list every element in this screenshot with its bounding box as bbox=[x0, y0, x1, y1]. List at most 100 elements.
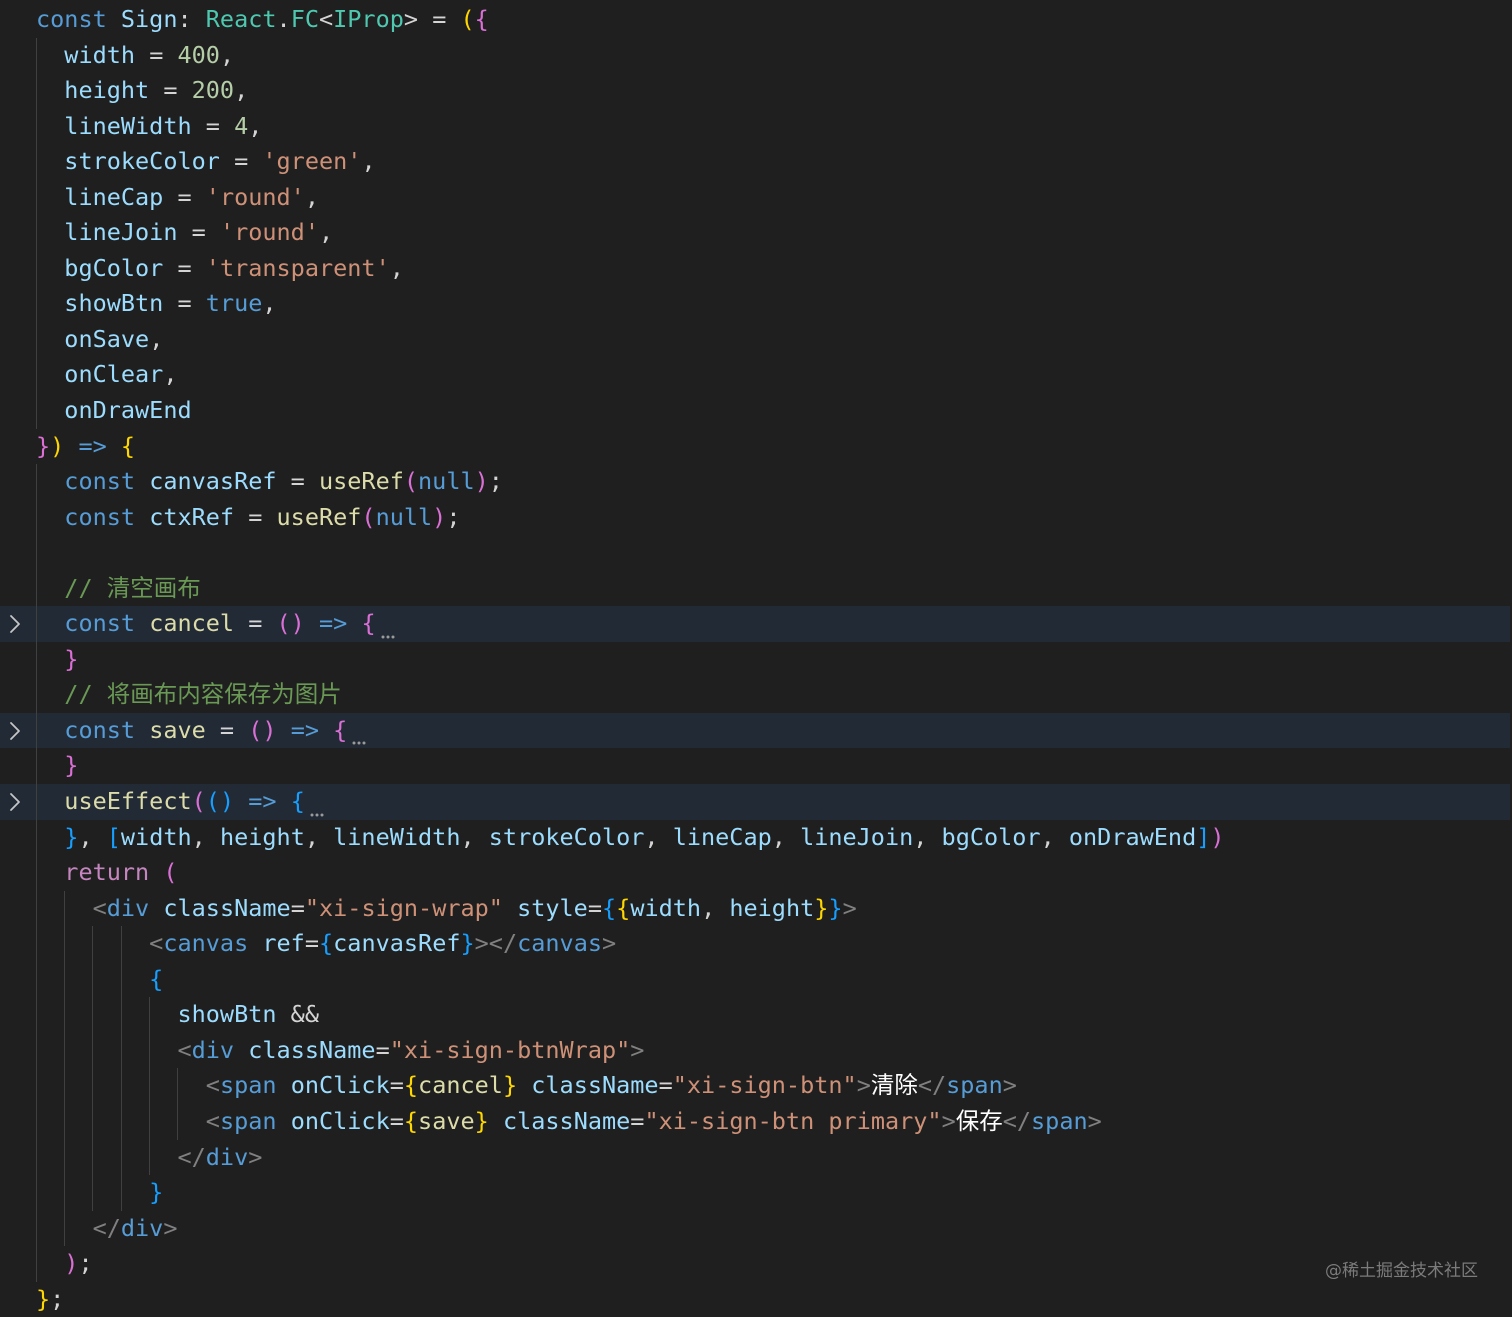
code-token: => bbox=[318, 609, 348, 638]
code-line[interactable]: onDrawEnd bbox=[0, 393, 1512, 429]
chevron-right-icon[interactable] bbox=[4, 606, 26, 642]
code-token: 清除 bbox=[870, 1071, 918, 1100]
code-token: lineCap bbox=[36, 182, 164, 211]
code-token: { bbox=[616, 893, 631, 922]
code-token: width bbox=[36, 40, 136, 69]
chevron-right-icon[interactable] bbox=[4, 784, 26, 820]
code-token: > bbox=[856, 1071, 871, 1100]
code-token: true bbox=[205, 289, 263, 318]
code-token: ref bbox=[262, 929, 305, 958]
code-line[interactable]: // 清空画布 bbox=[0, 570, 1512, 607]
code-text: const cancel = () => { bbox=[36, 606, 396, 642]
code-text: onClear, bbox=[36, 357, 177, 393]
code-token: } bbox=[460, 929, 475, 958]
code-line[interactable]: lineWidth = 4, bbox=[0, 108, 1512, 145]
code-line[interactable]: <div className="xi-sign-btnWrap"> bbox=[0, 1032, 1512, 1069]
code-token: ) bbox=[50, 431, 65, 460]
code-line[interactable]: const cancel = () => { bbox=[0, 606, 1510, 642]
code-token: cancel bbox=[418, 1071, 503, 1100]
chevron-right-icon[interactable] bbox=[4, 713, 26, 749]
code-line[interactable]: ); bbox=[0, 1246, 1512, 1282]
code-line[interactable]: <span onClick={cancel} className="xi-sig… bbox=[0, 1068, 1512, 1104]
code-token: onClick bbox=[290, 1106, 390, 1135]
code-token: } bbox=[36, 644, 79, 673]
code-token: 清空画布 bbox=[106, 573, 201, 602]
code-line[interactable]: showBtn = true, bbox=[0, 286, 1512, 322]
ellipsis-icon[interactable] bbox=[351, 723, 367, 745]
code-line[interactable]: bgColor = 'transparent', bbox=[0, 250, 1512, 287]
code-line[interactable]: <div className="xi-sign-wrap" style={{wi… bbox=[0, 890, 1512, 927]
code-text: ); bbox=[36, 1246, 92, 1282]
ellipsis-icon[interactable] bbox=[380, 617, 396, 639]
code-token: ; bbox=[50, 1284, 65, 1313]
code-line[interactable]: lineCap = 'round', bbox=[0, 179, 1512, 216]
code-token: => bbox=[78, 431, 107, 460]
code-line[interactable]: showBtn && bbox=[0, 997, 1512, 1033]
code-line[interactable]: const ctxRef = useRef(null); bbox=[0, 499, 1512, 536]
code-line[interactable]: } bbox=[0, 748, 1512, 785]
code-line[interactable]: const save = () => { bbox=[0, 712, 1510, 749]
code-text: { bbox=[36, 962, 163, 998]
code-line[interactable]: // 将画布内容保存为图片 bbox=[0, 677, 1512, 713]
code-token: } bbox=[474, 1106, 489, 1135]
code-token: ] bbox=[1196, 822, 1211, 851]
code-token: strokeColor bbox=[36, 147, 220, 176]
code-line[interactable]: } bbox=[0, 641, 1512, 678]
code-token: = bbox=[163, 289, 206, 318]
code-token: // bbox=[36, 680, 107, 709]
code-line[interactable]: lineJoin = 'round', bbox=[0, 215, 1512, 251]
code-line[interactable]: const canvasRef = useRef(null); bbox=[0, 464, 1512, 500]
code-token: = bbox=[177, 218, 220, 247]
code-token: 4 bbox=[234, 111, 249, 140]
code-editor[interactable]: const Sign: React.FC<IProp> = ({ width =… bbox=[0, 2, 1512, 1317]
code-line[interactable]: { bbox=[0, 961, 1512, 998]
code-token: = bbox=[219, 147, 263, 176]
code-token: const bbox=[36, 502, 150, 531]
code-text: onSave, bbox=[36, 322, 163, 358]
code-token: ; bbox=[488, 467, 503, 496]
code-line[interactable]: </div> bbox=[0, 1139, 1512, 1176]
code-line[interactable]: const Sign: React.FC<IProp> = ({ bbox=[0, 2, 1512, 38]
code-token: const bbox=[36, 609, 150, 638]
code-token: ) bbox=[474, 467, 489, 496]
code-line[interactable]: return ( bbox=[0, 855, 1512, 891]
code-token: , bbox=[248, 111, 263, 140]
code-token: showBtn bbox=[36, 1000, 277, 1029]
code-token: = bbox=[135, 40, 178, 69]
code-line[interactable]: onClear, bbox=[0, 357, 1512, 394]
code-token: lineCap bbox=[672, 822, 772, 851]
code-token: , bbox=[304, 822, 334, 851]
code-token: < bbox=[36, 1106, 220, 1135]
code-line[interactable]: strokeColor = 'green', bbox=[0, 144, 1512, 180]
ellipsis-icon[interactable] bbox=[309, 795, 325, 817]
code-text: <span onClick={cancel} className="xi-sig… bbox=[36, 1068, 1017, 1104]
code-token: ) bbox=[36, 1249, 79, 1278]
code-line[interactable]: onSave, bbox=[0, 321, 1512, 358]
code-line[interactable]: <canvas ref={canvasRef}></canvas> bbox=[0, 926, 1512, 962]
code-token: > bbox=[842, 893, 857, 922]
code-text: } bbox=[36, 642, 78, 678]
code-line[interactable]: </div> bbox=[0, 1210, 1512, 1247]
code-line[interactable]: useEffect(() => { bbox=[0, 784, 1510, 820]
code-line[interactable]: <span onClick={save} className="xi-sign-… bbox=[0, 1103, 1512, 1140]
code-line[interactable]: } bbox=[0, 1175, 1512, 1211]
code-token: </ bbox=[36, 1213, 121, 1242]
code-line[interactable]: width = 400, bbox=[0, 37, 1512, 74]
code-line[interactable]: }, [width, height, lineWidth, strokeColo… bbox=[0, 819, 1512, 856]
code-token: className bbox=[531, 1071, 659, 1100]
code-text: </div> bbox=[36, 1140, 262, 1176]
code-token: < bbox=[36, 929, 164, 958]
code-token: , bbox=[1040, 822, 1069, 851]
code-line[interactable] bbox=[0, 535, 1512, 571]
code-line[interactable]: }) => { bbox=[0, 429, 1512, 465]
code-line[interactable]: }; bbox=[0, 1282, 1512, 1317]
code-token: , bbox=[219, 40, 235, 69]
code-text: const canvasRef = useRef(null); bbox=[36, 464, 503, 500]
code-line[interactable]: height = 200, bbox=[0, 73, 1512, 109]
code-token: const bbox=[36, 715, 150, 744]
code-token: const bbox=[36, 467, 150, 496]
